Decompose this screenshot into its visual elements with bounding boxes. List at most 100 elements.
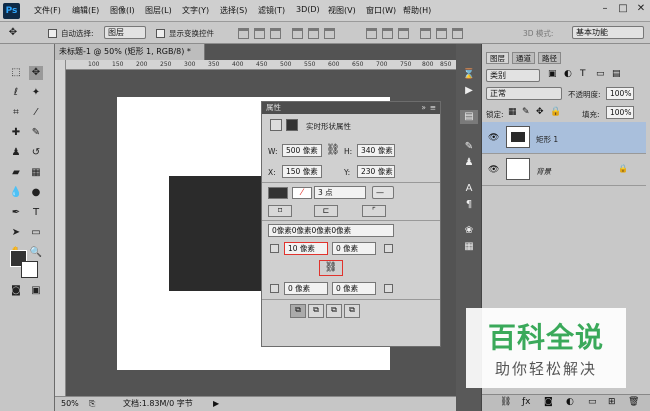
grid-panel-icon[interactable]: ▦ [460, 240, 478, 254]
show-transform-checkbox[interactable] [156, 29, 165, 38]
rectangle-shape[interactable] [169, 176, 269, 291]
eyedropper-icon[interactable]: ⁄ [29, 106, 43, 120]
visibility-eye-icon[interactable]: 👁 [488, 165, 499, 175]
collapse-panel-icon[interactable]: » [421, 102, 426, 114]
layer-name[interactable]: 矩形 1 [536, 134, 558, 145]
actions-panel-icon[interactable]: ▶ [460, 84, 478, 98]
lock-position-icon[interactable]: ✥ [536, 107, 544, 117]
adjustment-layer-icon[interactable]: ◐ [566, 397, 574, 407]
opacity-field[interactable]: 100% [606, 87, 634, 100]
y-field[interactable]: 230 像素 [357, 165, 395, 178]
menu-edit[interactable]: 编辑(E) [72, 5, 99, 16]
minimize-button[interactable]: – [596, 0, 614, 18]
filter-smart-object-icon[interactable]: ▤ [612, 69, 621, 79]
distribute-middle-icon[interactable] [382, 28, 393, 39]
stroke-align-icon[interactable]: ⌑ [268, 205, 292, 217]
exclude-shape-icon[interactable]: ⧉ [344, 304, 360, 318]
type-tool-icon[interactable]: T [29, 206, 43, 220]
distribute-center-icon[interactable] [436, 28, 447, 39]
tab-channels[interactable]: 通道 [512, 52, 535, 64]
move-tool-icon[interactable]: ✥ [29, 66, 43, 80]
align-bottom-icon[interactable] [270, 28, 281, 39]
new-layer-icon[interactable]: ⊞ [608, 397, 616, 407]
stroke-color-swatch[interactable]: ⁄ [292, 187, 312, 199]
layer-style-icon[interactable]: ƒx [522, 397, 531, 407]
visibility-eye-icon[interactable]: 👁 [488, 133, 499, 143]
menu-3d[interactable]: 3D(D) [296, 5, 320, 14]
corner-top-left-field[interactable]: 10 像素 [284, 242, 328, 255]
close-button[interactable]: ✕ [632, 0, 650, 18]
document-tab[interactable]: 未标题-1 @ 50% (矩形 1, RGB/8) * [55, 44, 205, 60]
distribute-right-icon[interactable] [452, 28, 463, 39]
crop-tool-icon[interactable]: ⌗ [9, 106, 23, 120]
character-panel-icon[interactable]: A [460, 182, 478, 196]
screen-mode-icon[interactable]: ▣ [29, 284, 43, 298]
pen-tool-icon[interactable]: ✒ [9, 206, 23, 220]
gradient-tool-icon[interactable]: ▦ [29, 166, 43, 180]
move-tool-preset-icon[interactable]: ✥ [6, 26, 20, 40]
distribute-top-icon[interactable] [366, 28, 377, 39]
link-dimensions-icon[interactable]: ⛓ [326, 143, 340, 156]
stroke-type-dropdown[interactable]: — [372, 186, 394, 199]
lock-pixels-icon[interactable]: ✎ [522, 107, 530, 117]
align-top-icon[interactable] [238, 28, 249, 39]
clone-source-icon[interactable]: ♟ [460, 156, 478, 170]
history-brush-icon[interactable]: ↺ [29, 146, 43, 160]
corner-bottom-right-field[interactable]: 0 像素 [332, 282, 376, 295]
maximize-button[interactable]: □ [614, 0, 632, 18]
new-group-icon[interactable]: ▭ [588, 397, 597, 407]
blur-tool-icon[interactable]: 💧 [9, 186, 23, 200]
swatches-panel-icon[interactable]: ❀ [460, 224, 478, 238]
lasso-tool-icon[interactable]: ℓ [9, 86, 23, 100]
align-middle-icon[interactable] [254, 28, 265, 39]
rectangle-tool-icon[interactable]: ▭ [29, 226, 43, 240]
tab-layers[interactable]: 图层 [486, 52, 509, 64]
layer-name[interactable]: 背景 [536, 166, 551, 177]
layer-row-background[interactable]: 👁 背景 🔒 [482, 154, 646, 186]
clone-stamp-icon[interactable]: ♟ [9, 146, 23, 160]
workspace-dropdown[interactable]: 基本功能 [572, 26, 644, 39]
filter-shape-icon[interactable]: ▭ [596, 69, 605, 79]
quick-mask-icon[interactable]: ◙ [9, 284, 23, 298]
shape-properties-icon[interactable] [270, 119, 282, 131]
layer-row-rectangle[interactable]: 👁 矩形 1 [482, 122, 646, 154]
distribute-bottom-icon[interactable] [398, 28, 409, 39]
x-field[interactable]: 150 像素 [282, 165, 322, 178]
auto-select-dropdown[interactable]: 图层 [104, 26, 146, 39]
menu-window[interactable]: 窗口(W) [366, 5, 396, 16]
lock-all-icon[interactable]: 🔒 [550, 107, 561, 117]
properties-panel-icon[interactable]: ▤ [460, 110, 478, 124]
link-layers-icon[interactable]: ⛓ [500, 397, 511, 407]
tab-paths[interactable]: 路径 [538, 52, 561, 64]
align-left-icon[interactable] [292, 28, 303, 39]
distribute-left-icon[interactable] [420, 28, 431, 39]
zoom-level[interactable]: 50% [61, 397, 79, 411]
export-icon[interactable]: ⎘ [89, 397, 95, 411]
menu-select[interactable]: 选择(S) [220, 5, 247, 16]
corner-top-right-field[interactable]: 0 像素 [332, 242, 376, 255]
magic-wand-icon[interactable]: ✦ [29, 86, 43, 100]
menu-help[interactable]: 帮助(H) [403, 5, 431, 16]
combine-shapes-icon[interactable]: ⧉ [290, 304, 306, 318]
intersect-shape-icon[interactable]: ⧉ [326, 304, 342, 318]
width-field[interactable]: 500 像素 [282, 144, 322, 157]
add-mask-icon[interactable]: ◙ [544, 397, 553, 407]
subtract-shape-icon[interactable]: ⧉ [308, 304, 324, 318]
corner-bottom-left-field[interactable]: 0 像素 [284, 282, 328, 295]
align-center-icon[interactable] [308, 28, 319, 39]
delete-layer-icon[interactable]: 🗑 [628, 397, 639, 407]
paragraph-panel-icon[interactable]: ¶ [460, 198, 478, 212]
corner-radii-all-field[interactable]: 0像素0像素0像素0像素 [268, 224, 394, 237]
filter-type-icon[interactable]: T [580, 69, 586, 79]
brush-tool-icon[interactable]: ✎ [29, 126, 43, 140]
brush-panel-icon[interactable]: ✎ [460, 140, 478, 154]
menu-view[interactable]: 视图(V) [328, 5, 356, 16]
auto-select-checkbox[interactable] [48, 29, 57, 38]
filter-pixel-icon[interactable]: ▣ [548, 69, 557, 79]
height-field[interactable]: 340 像素 [357, 144, 395, 157]
mask-properties-icon[interactable] [286, 119, 298, 131]
healing-brush-icon[interactable]: ✚ [9, 126, 23, 140]
menu-image[interactable]: 图像(I) [110, 5, 135, 16]
align-right-icon[interactable] [324, 28, 335, 39]
link-corners-icon[interactable]: ⛓ [319, 260, 343, 276]
